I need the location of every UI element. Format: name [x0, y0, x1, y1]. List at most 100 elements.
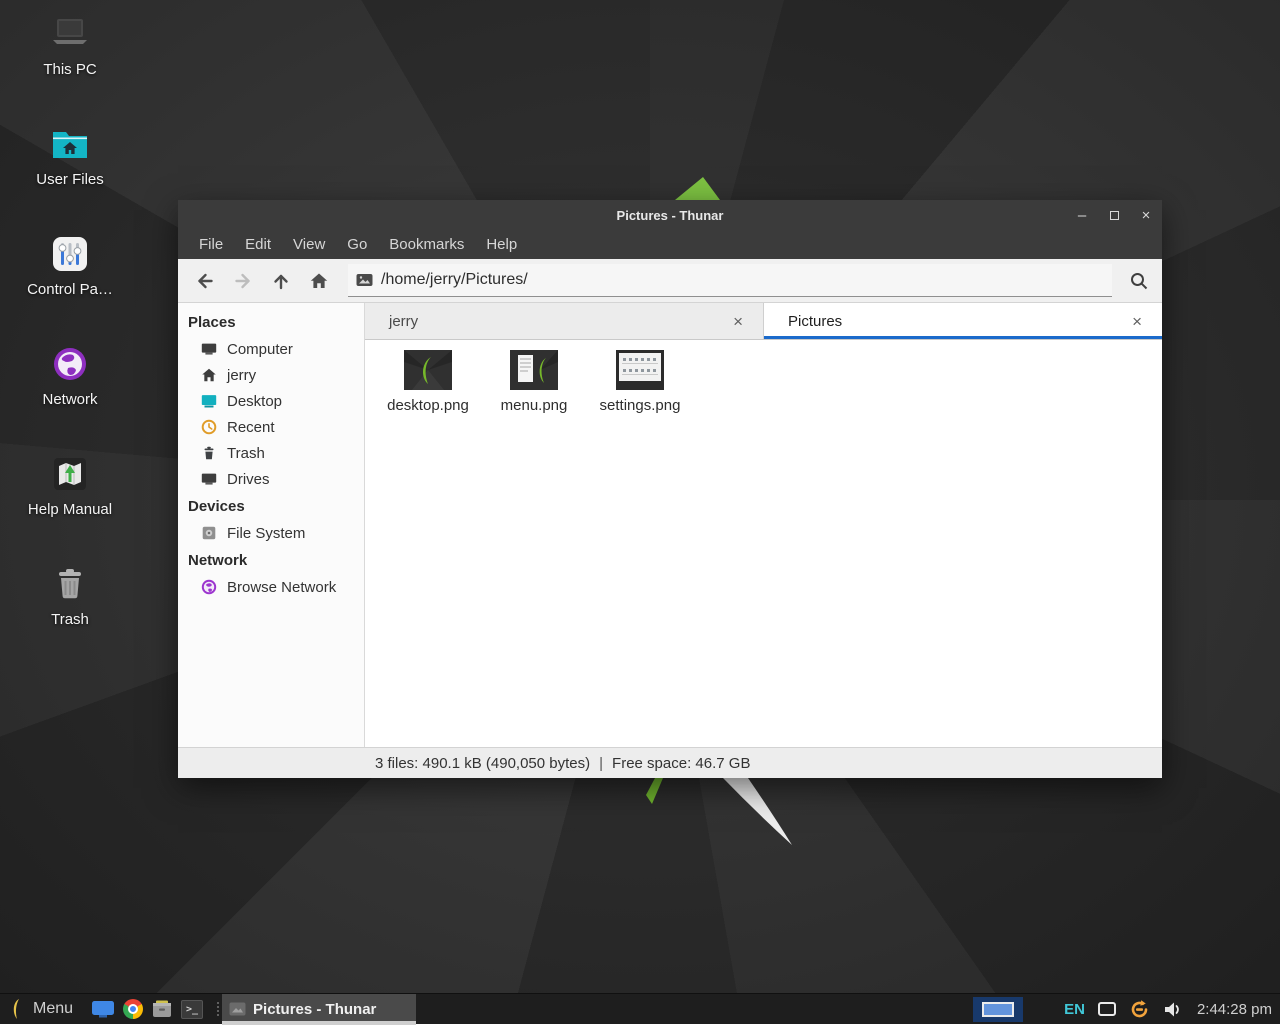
image-folder-icon: [356, 273, 373, 287]
distro-logo-icon: [9, 998, 25, 1020]
terminal-launcher[interactable]: >_: [177, 994, 207, 1025]
chrome-launcher[interactable]: [119, 994, 147, 1025]
tasklist-handle: [213, 994, 222, 1025]
browse-network-icon: [200, 578, 218, 596]
maximize-button[interactable]: [1098, 200, 1130, 230]
file-manager-launcher[interactable]: [87, 994, 119, 1025]
file-pane: jerry × Pictures × desktop.png: [365, 303, 1162, 747]
desktop-icon-column: This PC User Files Control Pa…: [12, 14, 128, 674]
tab-pictures[interactable]: Pictures ×: [764, 303, 1162, 339]
sidebar-item-computer[interactable]: Computer: [178, 336, 364, 362]
tab-close-icon[interactable]: ×: [1128, 311, 1146, 332]
file-thumbnail: [510, 350, 558, 390]
desktop-icon-control-panel[interactable]: Control Pa…: [12, 234, 128, 344]
workspace-window-preview: [982, 1002, 1014, 1017]
applications-menu-button[interactable]: [5, 994, 29, 1025]
minimize-button[interactable]: –: [1066, 200, 1098, 230]
window-controls: – ×: [1066, 200, 1162, 230]
file-thumbnail: [404, 350, 452, 390]
sidebar-item-label: Trash: [227, 445, 265, 462]
sidebar-item-label: File System: [227, 525, 305, 542]
desktop-icon-label: Control Pa…: [27, 281, 113, 298]
status-bar: 3 files: 490.1 kB (490,050 bytes) | Free…: [178, 747, 1162, 778]
trash-icon: [50, 564, 90, 604]
home-button[interactable]: [300, 264, 338, 298]
updates-tray-icon[interactable]: [1129, 999, 1150, 1020]
forward-arrow-icon: [233, 271, 253, 291]
menu-bookmarks[interactable]: Bookmarks: [378, 230, 475, 259]
tab-label: Pictures: [788, 313, 842, 330]
terminal-icon: >_: [181, 1000, 203, 1019]
file-desktop-png[interactable]: desktop.png: [379, 350, 477, 414]
tab-label: jerry: [389, 313, 418, 330]
tab-jerry[interactable]: jerry ×: [365, 303, 764, 339]
tab-close-icon[interactable]: ×: [729, 311, 747, 332]
blue-display-icon: [91, 999, 115, 1019]
menu-help[interactable]: Help: [475, 230, 528, 259]
up-button[interactable]: [262, 264, 300, 298]
desktop-icon-network[interactable]: Network: [12, 344, 128, 454]
menu-button-label[interactable]: Menu: [33, 1000, 73, 1018]
window-titlebar[interactable]: Pictures - Thunar – ×: [178, 200, 1162, 230]
desktop-icon-trash[interactable]: Trash: [12, 564, 128, 674]
desktop-icon-label: This PC: [43, 61, 96, 78]
tab-bar: jerry × Pictures ×: [365, 303, 1162, 340]
status-free-space: Free space: 46.7 GB: [612, 755, 750, 772]
desktop-icon-help-manual[interactable]: Help Manual: [12, 454, 128, 564]
help-manual-icon: [50, 454, 90, 494]
display-tray-icon[interactable]: [1098, 1002, 1116, 1016]
file-settings-png[interactable]: settings.png: [591, 350, 689, 414]
search-button[interactable]: [1118, 264, 1160, 298]
status-separator: |: [599, 755, 603, 772]
sidebar-item-label: Browse Network: [227, 579, 336, 596]
archive-launcher[interactable]: [147, 994, 177, 1025]
thunar-window: Pictures - Thunar – × File Edit View Go …: [178, 200, 1162, 778]
file-list: desktop.png menu.png: [365, 340, 1162, 747]
path-bar[interactable]: /home/jerry/Pictures/: [348, 264, 1112, 297]
chrome-icon: [123, 999, 143, 1019]
home-icon: [309, 271, 329, 291]
forward-button[interactable]: [224, 264, 262, 298]
volume-icon[interactable]: [1163, 1001, 1182, 1018]
sidebar-item-trash[interactable]: Trash: [178, 440, 364, 466]
keyboard-layout-indicator[interactable]: EN: [1064, 1001, 1085, 1018]
sidebar-header-places: Places: [178, 308, 364, 336]
file-thumbnail: [616, 350, 664, 390]
back-arrow-icon: [195, 271, 215, 291]
close-button[interactable]: ×: [1130, 200, 1162, 230]
menu-file[interactable]: File: [188, 230, 234, 259]
sidebar-item-browse-network[interactable]: Browse Network: [178, 574, 364, 600]
desktop-icon-this-pc[interactable]: This PC: [12, 14, 128, 124]
computer-icon: [47, 14, 93, 54]
clock[interactable]: 2:44:28 pm: [1197, 1001, 1272, 1018]
status-files-summary: 3 files: 490.1 kB (490,050 bytes): [375, 755, 590, 772]
desktop-icon-label: Trash: [51, 611, 89, 628]
sidebar-item-label: Desktop: [227, 393, 282, 410]
sidebar-item-label: Recent: [227, 419, 275, 436]
back-button[interactable]: [186, 264, 224, 298]
menu-go[interactable]: Go: [336, 230, 378, 259]
up-arrow-icon: [271, 271, 291, 291]
sidebar-item-drives[interactable]: Drives: [178, 466, 364, 492]
file-name: desktop.png: [387, 397, 469, 414]
menu-edit[interactable]: Edit: [234, 230, 282, 259]
user-files-folder-icon: [48, 124, 92, 164]
thunar-task-icon: [229, 1002, 246, 1016]
menu-view[interactable]: View: [282, 230, 336, 259]
window-body: Places Computer jerry Desktop Recent Tra…: [178, 303, 1162, 747]
sidebar-item-jerry-home[interactable]: jerry: [178, 362, 364, 388]
desktop-icon-user-files[interactable]: User Files: [12, 124, 128, 234]
computer-icon: [200, 340, 218, 358]
task-button-thunar[interactable]: Pictures - Thunar: [222, 994, 416, 1025]
sidebar: Places Computer jerry Desktop Recent Tra…: [178, 303, 365, 747]
sidebar-item-file-system[interactable]: File System: [178, 520, 364, 546]
file-cabinet-icon: [151, 999, 173, 1019]
sidebar-item-recent[interactable]: Recent: [178, 414, 364, 440]
desktop-icon-label: Help Manual: [28, 501, 112, 518]
file-menu-png[interactable]: menu.png: [485, 350, 583, 414]
system-tray: EN 2:44:28 pm: [973, 997, 1272, 1022]
taskbar: Menu >_ Pictures - Thunar EN 2:44:28 pm: [0, 993, 1280, 1024]
workspace-switcher[interactable]: [973, 997, 1023, 1022]
drives-icon: [200, 470, 218, 488]
sidebar-item-desktop[interactable]: Desktop: [178, 388, 364, 414]
